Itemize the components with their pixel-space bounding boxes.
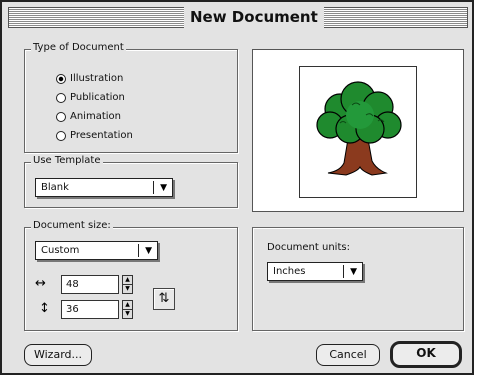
swap-orientation-icon: ⇅ (158, 291, 170, 306)
radio-presentation[interactable] (56, 131, 66, 141)
width-field[interactable]: 48 (61, 275, 119, 294)
stepper-down-icon[interactable]: ▼ (123, 310, 132, 318)
width-value: 48 (66, 279, 79, 290)
template-value: Blank (41, 182, 69, 193)
units-value: Inches (273, 266, 306, 277)
radio-illustration[interactable] (56, 74, 66, 84)
stepper-up-icon[interactable]: ▲ (123, 301, 132, 310)
document-units-label: Document units: (267, 242, 350, 253)
vertical-arrow-icon: ↕ (39, 301, 50, 316)
swap-orientation-button[interactable]: ⇅ (153, 288, 175, 310)
popup-divider (343, 265, 344, 278)
stepper-up-icon[interactable]: ▲ (123, 276, 132, 285)
size-preset-popup[interactable]: Custom ▼ (35, 241, 158, 260)
wizard-button[interactable]: Wizard... (24, 344, 92, 366)
use-template-label: Use Template (31, 154, 103, 168)
horizontal-arrow-icon: ↔ (35, 276, 46, 291)
type-of-document-group: Type of Document Illustration Publicatio… (24, 41, 238, 153)
ok-button[interactable]: OK (390, 341, 462, 368)
template-popup[interactable]: Blank ▼ (35, 178, 173, 197)
new-document-dialog: New Document Type of Document Illustrati… (0, 0, 474, 375)
chevron-down-icon: ▼ (145, 246, 152, 256)
document-size-label: Document size: (31, 219, 113, 233)
chevron-down-icon: ▼ (350, 267, 357, 277)
radio-animation[interactable] (56, 112, 66, 122)
height-field[interactable]: 36 (61, 300, 119, 319)
use-template-group: Use Template Blank ▼ (24, 154, 238, 208)
width-stepper[interactable]: ▲ ▼ (122, 275, 133, 294)
preview-pane (252, 49, 464, 212)
height-stepper[interactable]: ▲ ▼ (122, 300, 133, 319)
size-preset-value: Custom (41, 245, 80, 256)
document-size-group: Document size: Custom ▼ ↔ 48 ▲ ▼ ↕ 36 ▲ … (24, 219, 238, 331)
popup-divider (153, 181, 154, 194)
title-bar[interactable]: New Document (8, 7, 468, 28)
tree-illustration-icon (316, 81, 402, 176)
stepper-down-icon[interactable]: ▼ (123, 285, 132, 293)
popup-divider (138, 244, 139, 257)
units-popup[interactable]: Inches ▼ (267, 262, 363, 281)
preview-page (299, 66, 417, 198)
radio-publication[interactable] (56, 93, 66, 103)
document-units-group: Document units: Inches ▼ (252, 227, 464, 331)
window-title: New Document (184, 7, 324, 28)
cancel-button[interactable]: Cancel (316, 344, 380, 366)
height-value: 36 (66, 304, 79, 315)
radio-publication-label[interactable]: Publication (70, 92, 125, 104)
radio-illustration-label[interactable]: Illustration (70, 73, 123, 85)
chevron-down-icon: ▼ (160, 183, 167, 193)
radio-presentation-label[interactable]: Presentation (70, 130, 133, 142)
type-of-document-label: Type of Document (31, 41, 126, 55)
radio-animation-label[interactable]: Animation (70, 111, 121, 123)
